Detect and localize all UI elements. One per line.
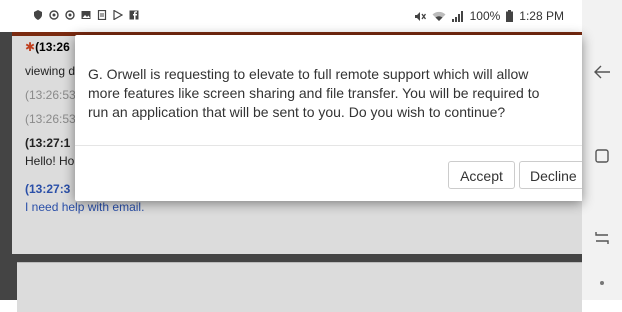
sync-icon [49, 10, 59, 20]
decline-button[interactable]: Decline [519, 161, 582, 189]
sync-icon-2 [65, 10, 75, 20]
document-icon [97, 10, 107, 20]
chat-message-timestamp: (13:26:53 [25, 88, 76, 102]
chat-message-timestamp: (13:27:3 [25, 182, 71, 196]
elevation-request-dialog: G. Orwell is requesting to elevate to fu… [75, 35, 582, 201]
chat-message: Hello! Ho [25, 154, 75, 168]
dialog-message: G. Orwell is requesting to elevate to fu… [88, 66, 540, 120]
wifi-icon [432, 11, 446, 22]
chat-message: I need help with email. [25, 200, 145, 214]
chat-message-timestamp: (13:26:53 [25, 112, 76, 126]
star-icon: ✱ [25, 40, 36, 54]
clock: 1:28 PM [519, 9, 564, 23]
back-button[interactable] [590, 60, 614, 84]
notification-icons [33, 10, 139, 20]
battery-percent: 100% [469, 9, 501, 23]
chat-message-timestamp: (13:27:1 [25, 136, 71, 150]
chat-message-timestamp: ✱(13:26 [25, 40, 70, 54]
divider [75, 145, 582, 146]
battery-icon [506, 10, 514, 22]
facebook-icon [129, 10, 139, 20]
mute-icon [414, 11, 426, 22]
shield-icon [33, 10, 43, 20]
navigation-bar [582, 0, 622, 300]
play-store-icon [113, 10, 123, 20]
chat-message: viewing d [25, 64, 76, 78]
signal-icon [451, 10, 464, 22]
image-icon [81, 10, 91, 20]
nav-dot-icon [590, 278, 614, 302]
status-bar: 100% 1:28 PM [0, 0, 582, 32]
recent-apps-button[interactable] [590, 226, 614, 250]
system-status: 100% 1:28 PM [414, 9, 564, 23]
home-button[interactable] [590, 144, 614, 168]
accept-button[interactable]: Accept [448, 161, 515, 189]
message-input[interactable] [17, 262, 582, 312]
